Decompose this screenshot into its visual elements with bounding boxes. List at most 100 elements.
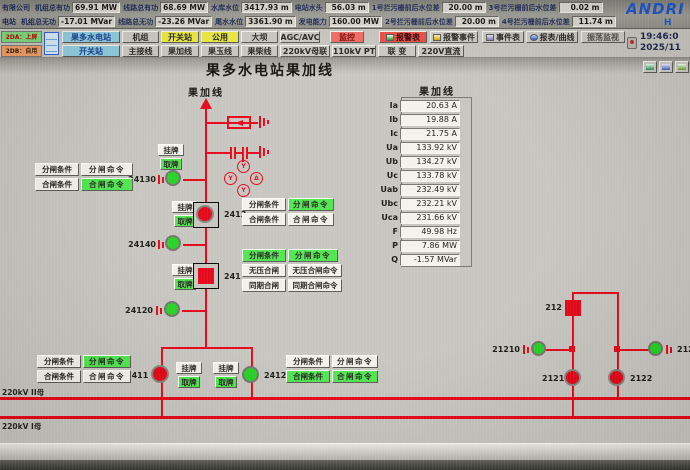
measurement-value-ub: 134.27 kV <box>400 156 460 168</box>
sync-close-command-button-241[interactable]: 同期合闸命令 <box>288 279 342 292</box>
menu-reports-curves[interactable]: 报表/曲线 <box>526 31 578 43</box>
submenu-switchyard-label: 开关站 <box>79 46 103 57</box>
close-condition-button-2413[interactable]: 合闸条件 <box>242 213 286 226</box>
close-command-button-2412[interactable]: 合闸命令 <box>332 370 378 383</box>
light-word-badge-2db[interactable]: 2DB：自用 <box>1 45 42 57</box>
open-command-button-2413[interactable]: 分闸命令 <box>288 198 334 211</box>
line <box>572 292 619 294</box>
close-condition-button-2412[interactable]: 合闸条件 <box>286 370 330 383</box>
menu-agc-avc[interactable]: AGC/AVC <box>280 31 320 43</box>
submenu-guochai-line[interactable]: 果柴线 <box>241 45 278 57</box>
disconnector-21220[interactable] <box>648 341 663 356</box>
toolbar-icon-1[interactable] <box>643 61 657 73</box>
close-condition-button-24130[interactable]: 合闸条件 <box>35 178 79 191</box>
open-condition-button-241[interactable]: 分闸条件 <box>242 249 286 262</box>
close-command-button-2411[interactable]: 合闸命令 <box>83 370 131 383</box>
submenu-switchyard[interactable]: 开关站 <box>62 45 120 57</box>
device-label-2122: 2122 <box>630 374 652 383</box>
menu-event-list-label: 事件表 <box>496 32 520 43</box>
submenu-110kv-pt[interactable]: 110kV PT <box>332 45 376 57</box>
tag-take-button-2412[interactable]: 取牌 <box>215 376 237 388</box>
disconnector-2121[interactable] <box>564 369 581 386</box>
close-command-button-2413[interactable]: 合闸命令 <box>288 213 334 226</box>
measurement-value-ib: 19.88 A <box>400 114 460 126</box>
tag-take-button-24130[interactable]: 取牌 <box>160 158 182 170</box>
breaker-2413[interactable] <box>196 205 214 223</box>
clock: 19:46:0 2025/11 <box>627 32 689 57</box>
tag-hang-button-2411[interactable]: 挂牌 <box>176 362 202 374</box>
open-condition-button-2413[interactable]: 分闸条件 <box>242 198 286 211</box>
value-trashrack4-diff: 11.74 m <box>572 16 616 27</box>
tag-take-button-2411[interactable]: 取牌 <box>178 376 200 388</box>
menu-event-list[interactable]: 事件表 <box>482 31 524 43</box>
monitor-bezel-dark <box>0 460 690 470</box>
submenu-main-wiring[interactable]: 主接线 <box>122 45 159 57</box>
measurement-row: Ub134.27 kV <box>372 155 472 168</box>
open-command-button-241[interactable]: 分闸命令 <box>288 249 338 262</box>
menu-guoduo-station[interactable]: 果多水电站 <box>62 31 120 43</box>
open-command-button-24130[interactable]: 分闸命令 <box>81 163 133 176</box>
open-condition-button-24130[interactable]: 分闸条件 <box>35 163 79 176</box>
close-condition-button-2411[interactable]: 合闸条件 <box>37 370 81 383</box>
page-title: 果多水电站果加线 <box>200 60 340 80</box>
menu-alarm-table-label: 报警表 <box>396 32 420 43</box>
menu-common[interactable]: 公用 <box>201 31 239 43</box>
toolbar-icon-2[interactable] <box>659 61 673 73</box>
tag-hang-button-24130[interactable]: 挂牌 <box>158 144 184 156</box>
device-label-21210: 21210 <box>490 345 520 354</box>
open-condition-button-2412[interactable]: 分闸条件 <box>286 355 330 368</box>
field-trashrack1-diff: 1号拦污栅前后水位差20.00 m <box>372 2 486 13</box>
disconnector-2411[interactable] <box>151 365 169 383</box>
field-tailwater-level: 尾水水位3361.90 m <box>215 16 296 27</box>
company-name-fragment: 有限公司 <box>2 3 30 13</box>
sync-close-button-241[interactable]: 同期合闸 <box>242 279 286 292</box>
submenu-220v-dc[interactable]: 220V直流 <box>418 45 464 57</box>
open-command-button-2411[interactable]: 分闸命令 <box>83 355 131 368</box>
submenu-station-transformer[interactable]: 联 变 <box>378 45 416 57</box>
value-line-reactive-power: -23.26 MVar <box>155 16 212 27</box>
andritz-logo: ANDRI H <box>626 0 690 29</box>
tag-hang-button-2412[interactable]: 挂牌 <box>213 362 239 374</box>
novolt-close-command-button-241[interactable]: 无压合闸命令 <box>288 264 342 277</box>
disconnector-24130[interactable] <box>165 170 181 186</box>
earth-icon <box>523 345 531 354</box>
disconnector-2412[interactable] <box>242 366 259 383</box>
menu-monitor[interactable]: 监控 <box>330 31 364 43</box>
submenu-guoyu-line[interactable]: 果玉线 <box>201 45 239 57</box>
measurement-row: Ia20.63 A <box>372 99 472 112</box>
disconnector-24120[interactable] <box>164 301 180 317</box>
open-condition-button-2411[interactable]: 分闸条件 <box>37 355 81 368</box>
breaker-212[interactable] <box>565 300 581 316</box>
menu-switchyard[interactable]: 开关站 <box>161 31 199 43</box>
overview-navigator-icon[interactable] <box>44 32 59 55</box>
disconnector-2122[interactable] <box>608 369 625 386</box>
toolbar-icon-3[interactable] <box>675 61 689 73</box>
measurement-row: Uc133.78 kV <box>372 169 472 182</box>
menu-alarm-table[interactable]: 报警表 <box>379 31 427 43</box>
submenu-guochai-line-label: 果柴线 <box>248 46 272 57</box>
light-word-badge-2da[interactable]: 2DA：上屏 <box>1 31 42 43</box>
open-command-button-2412[interactable]: 分闸命令 <box>332 355 378 368</box>
submenu-main-wiring-label: 主接线 <box>129 46 153 57</box>
line <box>183 179 206 181</box>
disconnector-21210[interactable] <box>531 341 546 356</box>
menu-vibration-monitor[interactable]: 振荡监视 <box>581 31 625 43</box>
disconnector-24140[interactable] <box>165 235 181 251</box>
close-command-button-24130[interactable]: 合闸命令 <box>81 178 133 191</box>
menu-units[interactable]: 机组 <box>122 31 159 43</box>
status-row-2: 电站 机组总无功-17.01 MVar 线路总无功-23.26 MVar 尾水水… <box>0 15 628 28</box>
menu-alarm-events[interactable]: 报警事件 <box>430 31 478 43</box>
menu-dam[interactable]: 大坝 <box>241 31 278 43</box>
value-total-reactive-power: -17.01 MVar <box>58 16 115 27</box>
submenu-guojia-line[interactable]: 果加线 <box>161 45 199 57</box>
field-reservoir-level: 水库水位3417.93 m <box>211 2 292 13</box>
clock-icon <box>627 37 637 49</box>
line <box>161 347 163 419</box>
pt-winding-icon: Y <box>237 160 250 173</box>
measurement-row: Ubc232.21 kV <box>372 197 472 210</box>
breaker-241[interactable] <box>198 268 214 284</box>
submenu-220kv-bus-tie[interactable]: 220kV母联 <box>280 45 330 57</box>
measurement-row: F49.98 Hz <box>372 225 472 238</box>
novolt-close-button-241[interactable]: 无压合闸 <box>242 264 286 277</box>
device-label-2121: 2121 <box>542 374 562 383</box>
